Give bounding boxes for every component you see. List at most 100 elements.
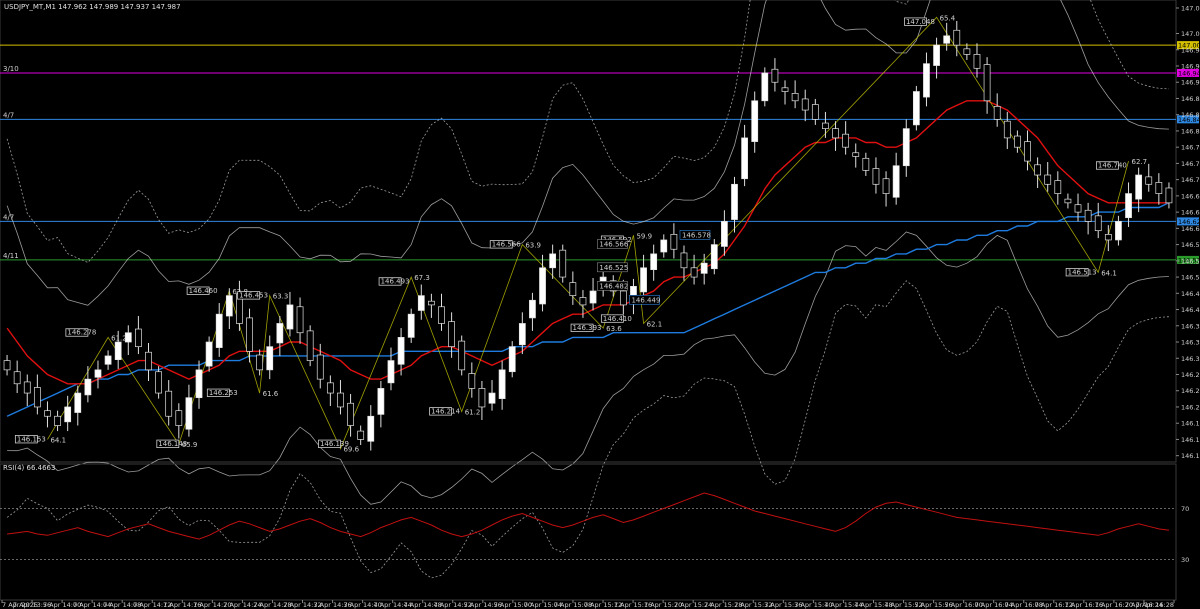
price-tick-label: 146.430	[1181, 306, 1200, 314]
price-tick-label: 146.465	[1181, 290, 1200, 298]
price-tick-label: 146.920	[1181, 79, 1200, 87]
candle-body	[1003, 120, 1011, 139]
candle-body	[256, 354, 264, 371]
candle-body	[3, 360, 11, 371]
price-tag-text: 146.410	[603, 315, 632, 323]
candle-body	[953, 29, 961, 46]
zigzag-label: 62.1	[647, 320, 663, 328]
candle-body	[943, 35, 951, 44]
rsi-label: RSI(4) 66.4663	[3, 464, 55, 472]
candle-body	[114, 341, 122, 360]
price-tick-label: 146.290	[1181, 371, 1200, 379]
candle-body	[670, 234, 678, 250]
candle-body	[811, 104, 819, 120]
candle-body	[428, 300, 435, 306]
price-tick-label: 146.710	[1181, 176, 1200, 184]
candle-body	[94, 369, 102, 378]
zigzag-label: 61.2	[111, 334, 127, 342]
level-label: 4/7	[3, 111, 14, 119]
candle-body	[771, 68, 779, 83]
candle-body	[337, 392, 344, 408]
price-tick-label: 146.185	[1181, 420, 1200, 428]
candle-body	[892, 165, 900, 198]
candle-body	[619, 290, 627, 306]
price-tick-label: 146.605	[1181, 225, 1200, 233]
candle-body	[1074, 204, 1082, 213]
candle-body	[822, 122, 829, 129]
chart-window[interactable]: USDJPY_MT,M1 147.962 147.989 147.937 147…	[0, 0, 1200, 609]
level-price-tag-text: 146.940	[1178, 69, 1200, 77]
time-tick-label: 7 Apr 16:28	[1136, 601, 1174, 609]
candle-body	[316, 354, 324, 380]
candle-body	[973, 54, 981, 69]
candle-body	[266, 346, 274, 371]
price-tag-text: 146.214	[431, 408, 460, 416]
candle-body	[145, 351, 152, 371]
zigzag-label: 64.1	[50, 436, 66, 444]
price-tick-label: 146.150	[1181, 436, 1200, 444]
candle-body	[377, 388, 385, 415]
candle-body	[276, 323, 284, 344]
candle-body	[124, 332, 132, 343]
candle-body	[1084, 209, 1092, 222]
candle-body	[912, 91, 920, 126]
zigzag-label: 64.1	[1101, 269, 1117, 277]
candle-body	[64, 406, 72, 423]
price-tick-label: 146.500	[1181, 274, 1200, 282]
price-tick-label: 146.885	[1181, 95, 1200, 103]
candle-body	[155, 371, 162, 394]
price-tick-label: 146.255	[1181, 387, 1200, 395]
candle-body	[872, 168, 880, 185]
time-axis[interactable]: 7 Apr 20257 Apr 13:567 Apr 14:007 Apr 14…	[1, 600, 1175, 609]
rsi-tick-label: 70	[1181, 505, 1189, 513]
candle-body	[741, 137, 748, 180]
price-tick-label: 147.080	[1181, 5, 1200, 13]
candle-body	[498, 369, 506, 399]
candle-body	[1024, 141, 1031, 162]
price-tag-text: 146.513	[1068, 268, 1097, 276]
candle-body	[13, 371, 21, 385]
zigzag-label: 63.3	[273, 293, 289, 301]
candle-body	[1094, 215, 1102, 232]
candle-body	[74, 392, 82, 413]
candle-body	[852, 152, 860, 157]
candle-body	[326, 382, 334, 394]
candle-body	[215, 313, 223, 348]
price-tick-label: 146.570	[1181, 241, 1200, 249]
candle-body	[357, 430, 365, 440]
zigzag-label: 63.9	[525, 242, 541, 250]
candle-body	[761, 72, 769, 102]
candle-body	[458, 340, 466, 371]
candle-body	[963, 48, 971, 55]
candle-body	[417, 295, 425, 311]
price-tick-label: 146.325	[1181, 355, 1200, 363]
candle-body	[569, 282, 577, 296]
candle-body	[781, 87, 789, 92]
candle-body	[640, 267, 647, 293]
price-tag-text: 146.143	[158, 440, 187, 448]
candle-body	[225, 295, 233, 317]
candle-body	[296, 306, 304, 334]
candle-body	[529, 299, 536, 319]
candle-body	[286, 304, 294, 330]
candle-body	[1115, 221, 1122, 241]
price-tag-text: 146.139	[320, 440, 349, 448]
candle-body	[54, 415, 61, 426]
price-tick-label: 147.025	[1181, 30, 1200, 38]
candle-body	[44, 410, 51, 417]
zigzag-label: 59.9	[636, 232, 652, 240]
price-tick-label: 146.815	[1181, 127, 1200, 135]
candle-body	[1155, 182, 1163, 194]
price-tick-label: 146.535	[1181, 257, 1200, 265]
candle-body	[1104, 234, 1112, 241]
zigzag-label: 61.2	[465, 409, 481, 417]
candle-body	[589, 290, 597, 304]
candle-body	[923, 63, 930, 98]
candle-body	[882, 178, 890, 194]
price-tag-text: 146.740	[1098, 162, 1127, 170]
price-tick-label: 146.360	[1181, 339, 1200, 347]
grey-label-text: 146.566	[599, 241, 628, 249]
candle-body	[306, 330, 314, 361]
candle-body	[801, 98, 809, 111]
candle-body	[518, 323, 526, 346]
